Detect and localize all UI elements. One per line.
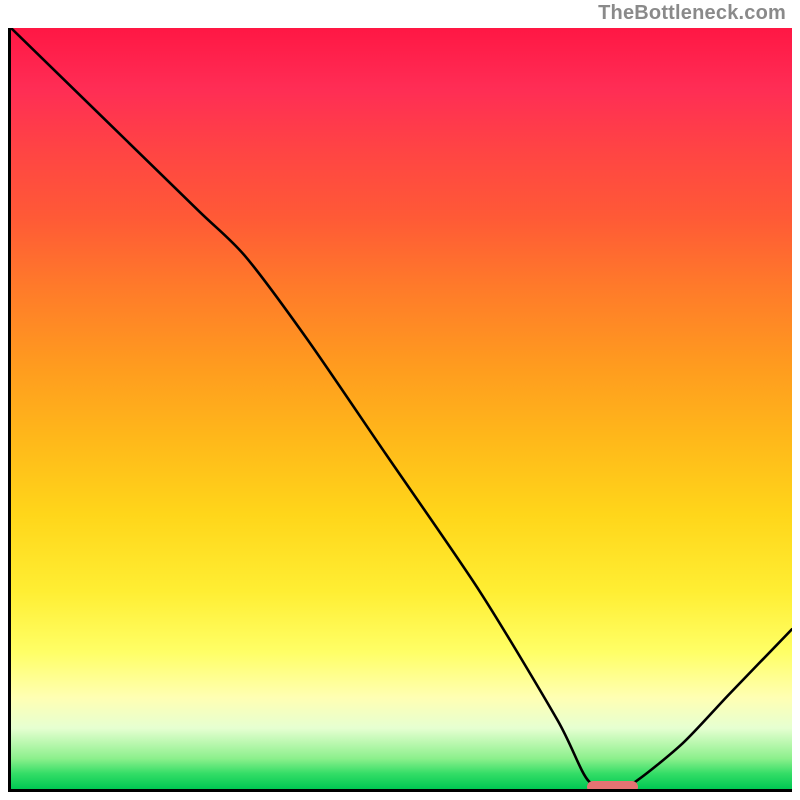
curve-svg: [11, 28, 792, 789]
attribution-label: TheBottleneck.com: [598, 2, 786, 25]
chart-container: TheBottleneck.com: [0, 0, 800, 800]
plot-area: [8, 28, 792, 792]
minimum-marker: [587, 781, 638, 793]
bottleneck-curve-path: [11, 28, 792, 787]
